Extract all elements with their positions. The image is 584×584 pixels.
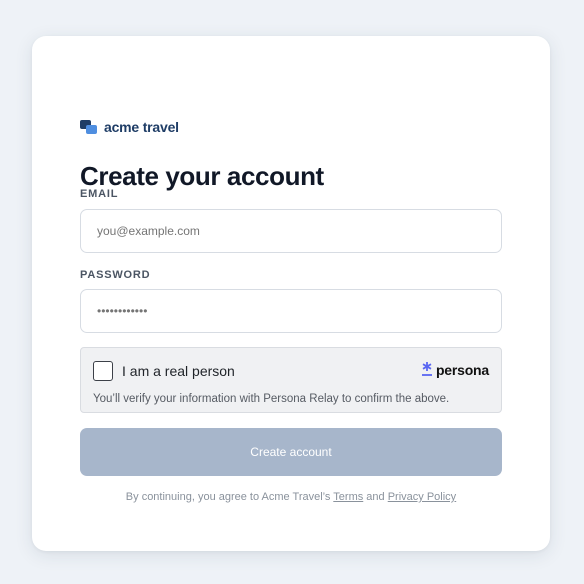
terms-link[interactable]: Terms (333, 491, 363, 503)
legal-prefix: By continuing, you agree to Acme Travel’… (125, 491, 334, 503)
asterisk-icon (421, 361, 433, 379)
acme-logo-icon (80, 119, 98, 135)
legal-joiner: and (363, 491, 388, 503)
legal-text: By continuing, you agree to Acme Travel’… (80, 491, 502, 503)
real-person-label[interactable]: I am a real person (122, 363, 235, 379)
password-field[interactable] (80, 289, 502, 333)
persona-wordmark: persona (435, 362, 489, 378)
privacy-policy-link[interactable]: Privacy Policy (388, 491, 456, 503)
brand: acme travel (80, 119, 179, 135)
brand-name: acme travel (104, 119, 179, 135)
persona-verification-widget: I am a real person persona You’ll verify… (80, 347, 502, 413)
signup-card: acme travel Create your account EMAIL PA… (32, 36, 550, 551)
real-person-checkbox[interactable] (93, 361, 113, 381)
email-field[interactable] (80, 209, 502, 253)
persona-logo: persona (421, 361, 489, 379)
create-account-button[interactable]: Create account (80, 428, 502, 476)
verification-note: You’ll verify your information with Pers… (93, 393, 450, 405)
password-label: PASSWORD (80, 269, 151, 281)
email-label: EMAIL (80, 188, 119, 200)
